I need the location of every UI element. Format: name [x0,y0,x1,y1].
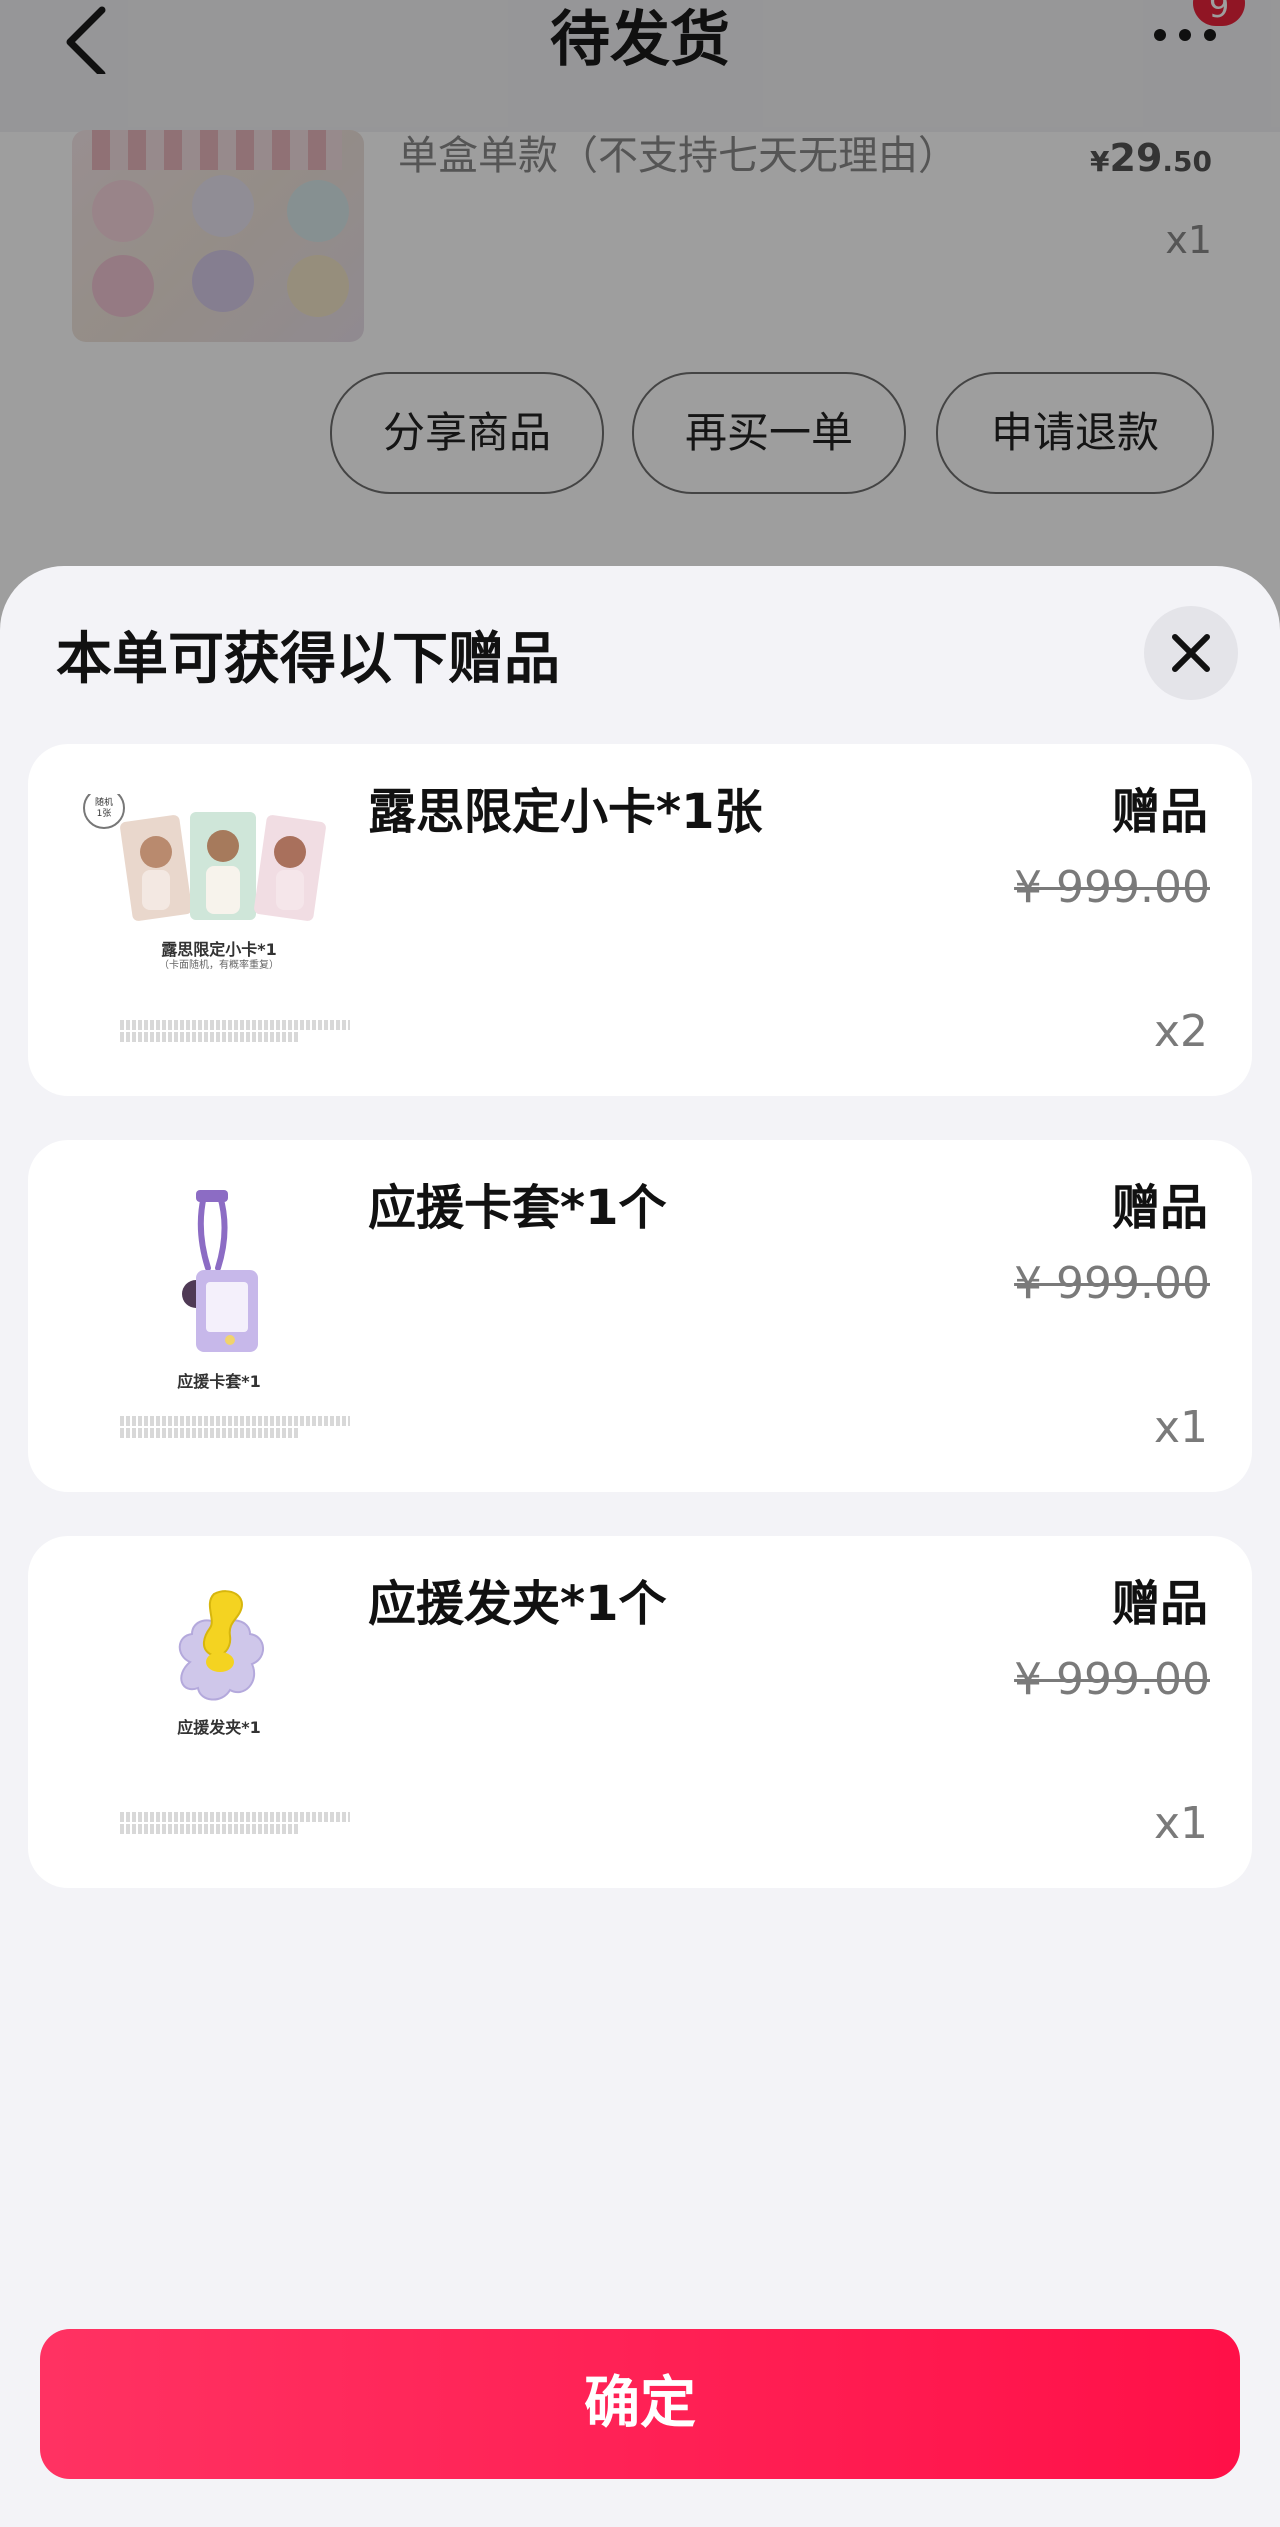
gift-card: 随机 1张 露思限定小卡*1 （卡面随机，有概率重复） 露思限定小卡*1张 赠品… [28,744,1252,1096]
gift-quantity: x1 [1153,1402,1208,1453]
close-button[interactable] [1144,606,1238,700]
gift-image-card-holder: 应援卡套*1 [80,1190,358,1440]
gift-image-photocard: 随机 1张 露思限定小卡*1 （卡面随机，有概率重复） [80,794,358,1044]
gift-image-caption: 应援卡套*1 [177,1372,261,1391]
gift-tag: 赠品 [1111,784,1208,840]
svg-text:随机: 随机 [95,796,113,808]
gift-image-subcaption: （卡面随机，有概率重复） [159,960,279,971]
gift-original-price: ¥ 999.00 [1014,862,1210,913]
svg-text:1张: 1张 [97,808,112,819]
gift-card: 应援发夹*1 应援发夹*1个 赠品 ¥ 999.00 x1 [28,1536,1252,1888]
gift-quantity: x2 [1153,1006,1208,1057]
gift-image-hair-clip: 应援发夹*1 [80,1586,358,1836]
gift-quantity: x1 [1153,1798,1208,1849]
gift-name: 应援发夹*1个 [368,1576,667,1632]
gift-original-price: ¥ 999.00 [1014,1258,1210,1309]
gift-bottom-sheet: 本单可获得以下赠品 随机 1张 露思限定小卡*1 （卡面随机，有概率重复） 露思… [0,566,1280,2527]
gift-name: 露思限定小卡*1张 [368,784,763,840]
gift-name: 应援卡套*1个 [368,1180,667,1236]
gift-image-caption: 应援发夹*1 [177,1718,261,1737]
sheet-title: 本单可获得以下赠品 [56,627,560,692]
gift-original-price: ¥ 999.00 [1014,1654,1210,1705]
close-icon [1172,634,1210,672]
gift-card: 应援卡套*1 应援卡套*1个 赠品 ¥ 999.00 x1 [28,1140,1252,1492]
confirm-button[interactable]: 确定 [40,2329,1240,2479]
gift-tag: 赠品 [1111,1180,1208,1236]
gift-tag: 赠品 [1111,1576,1208,1632]
